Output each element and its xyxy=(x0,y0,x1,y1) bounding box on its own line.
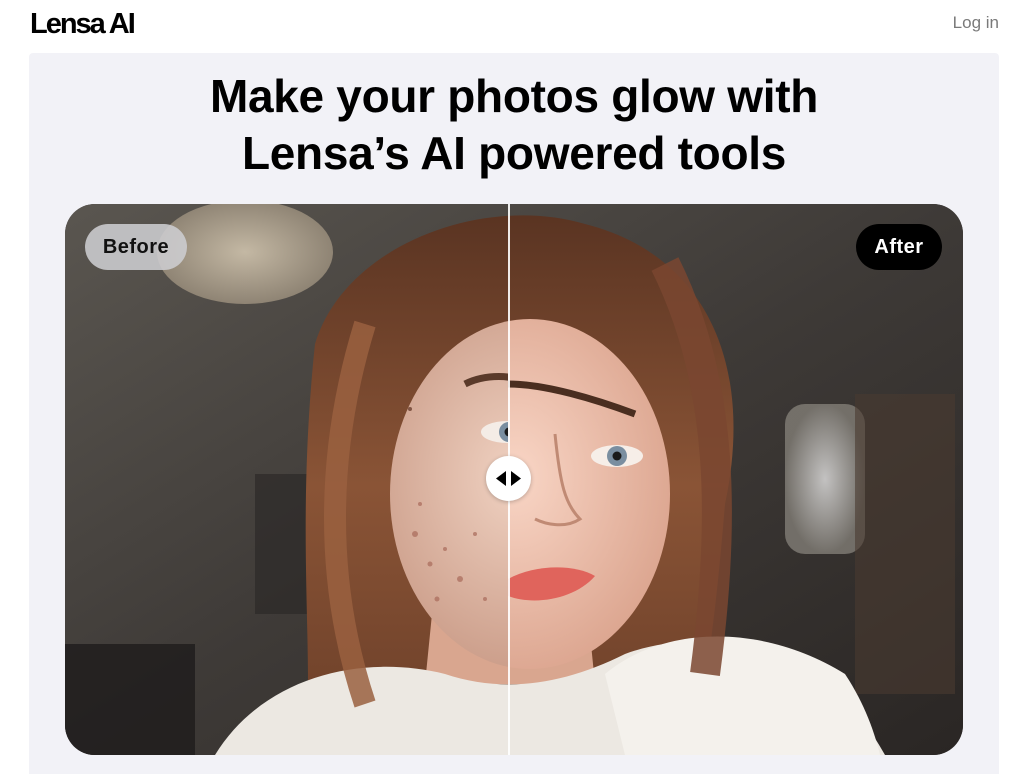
site-header: Lensa AI Log in xyxy=(0,0,1024,52)
headline-line-2: Lensa’s AI powered tools xyxy=(241,127,787,179)
lensa-logo[interactable]: Lensa AI xyxy=(30,7,136,41)
before-badge: Before xyxy=(85,224,187,270)
headline-line-1: Make your photos glow with xyxy=(209,70,819,122)
hero-headline: Make your photos glow with Lensa’s AI po… xyxy=(0,68,1024,182)
left-right-arrows-icon xyxy=(496,471,521,486)
comparison-slider-handle[interactable] xyxy=(486,456,531,501)
login-link[interactable]: Log in xyxy=(953,13,999,33)
before-after-comparison[interactable]: Before After xyxy=(65,204,963,755)
after-badge: After xyxy=(856,224,942,270)
